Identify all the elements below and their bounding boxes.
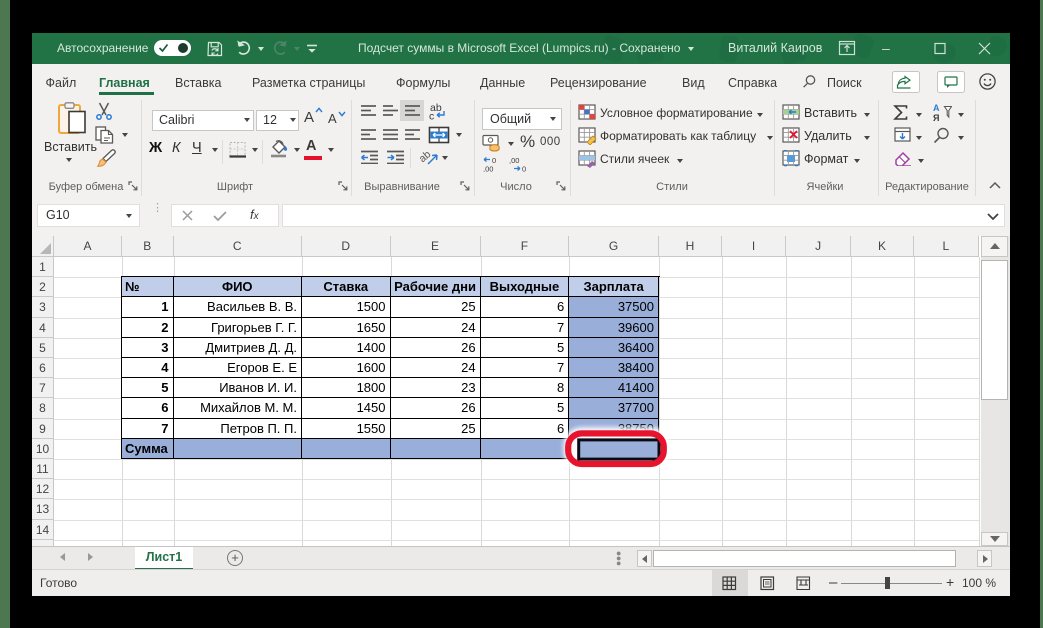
svg-text:0: 0 <box>522 165 526 173</box>
svg-text:А: А <box>933 103 940 113</box>
svg-text:c: c <box>429 111 434 121</box>
svg-text:,00: ,00 <box>483 165 493 173</box>
svg-text:,00: ,00 <box>509 156 519 165</box>
svg-text:ab: ab <box>420 148 433 165</box>
svg-text:Я: Я <box>933 113 939 122</box>
